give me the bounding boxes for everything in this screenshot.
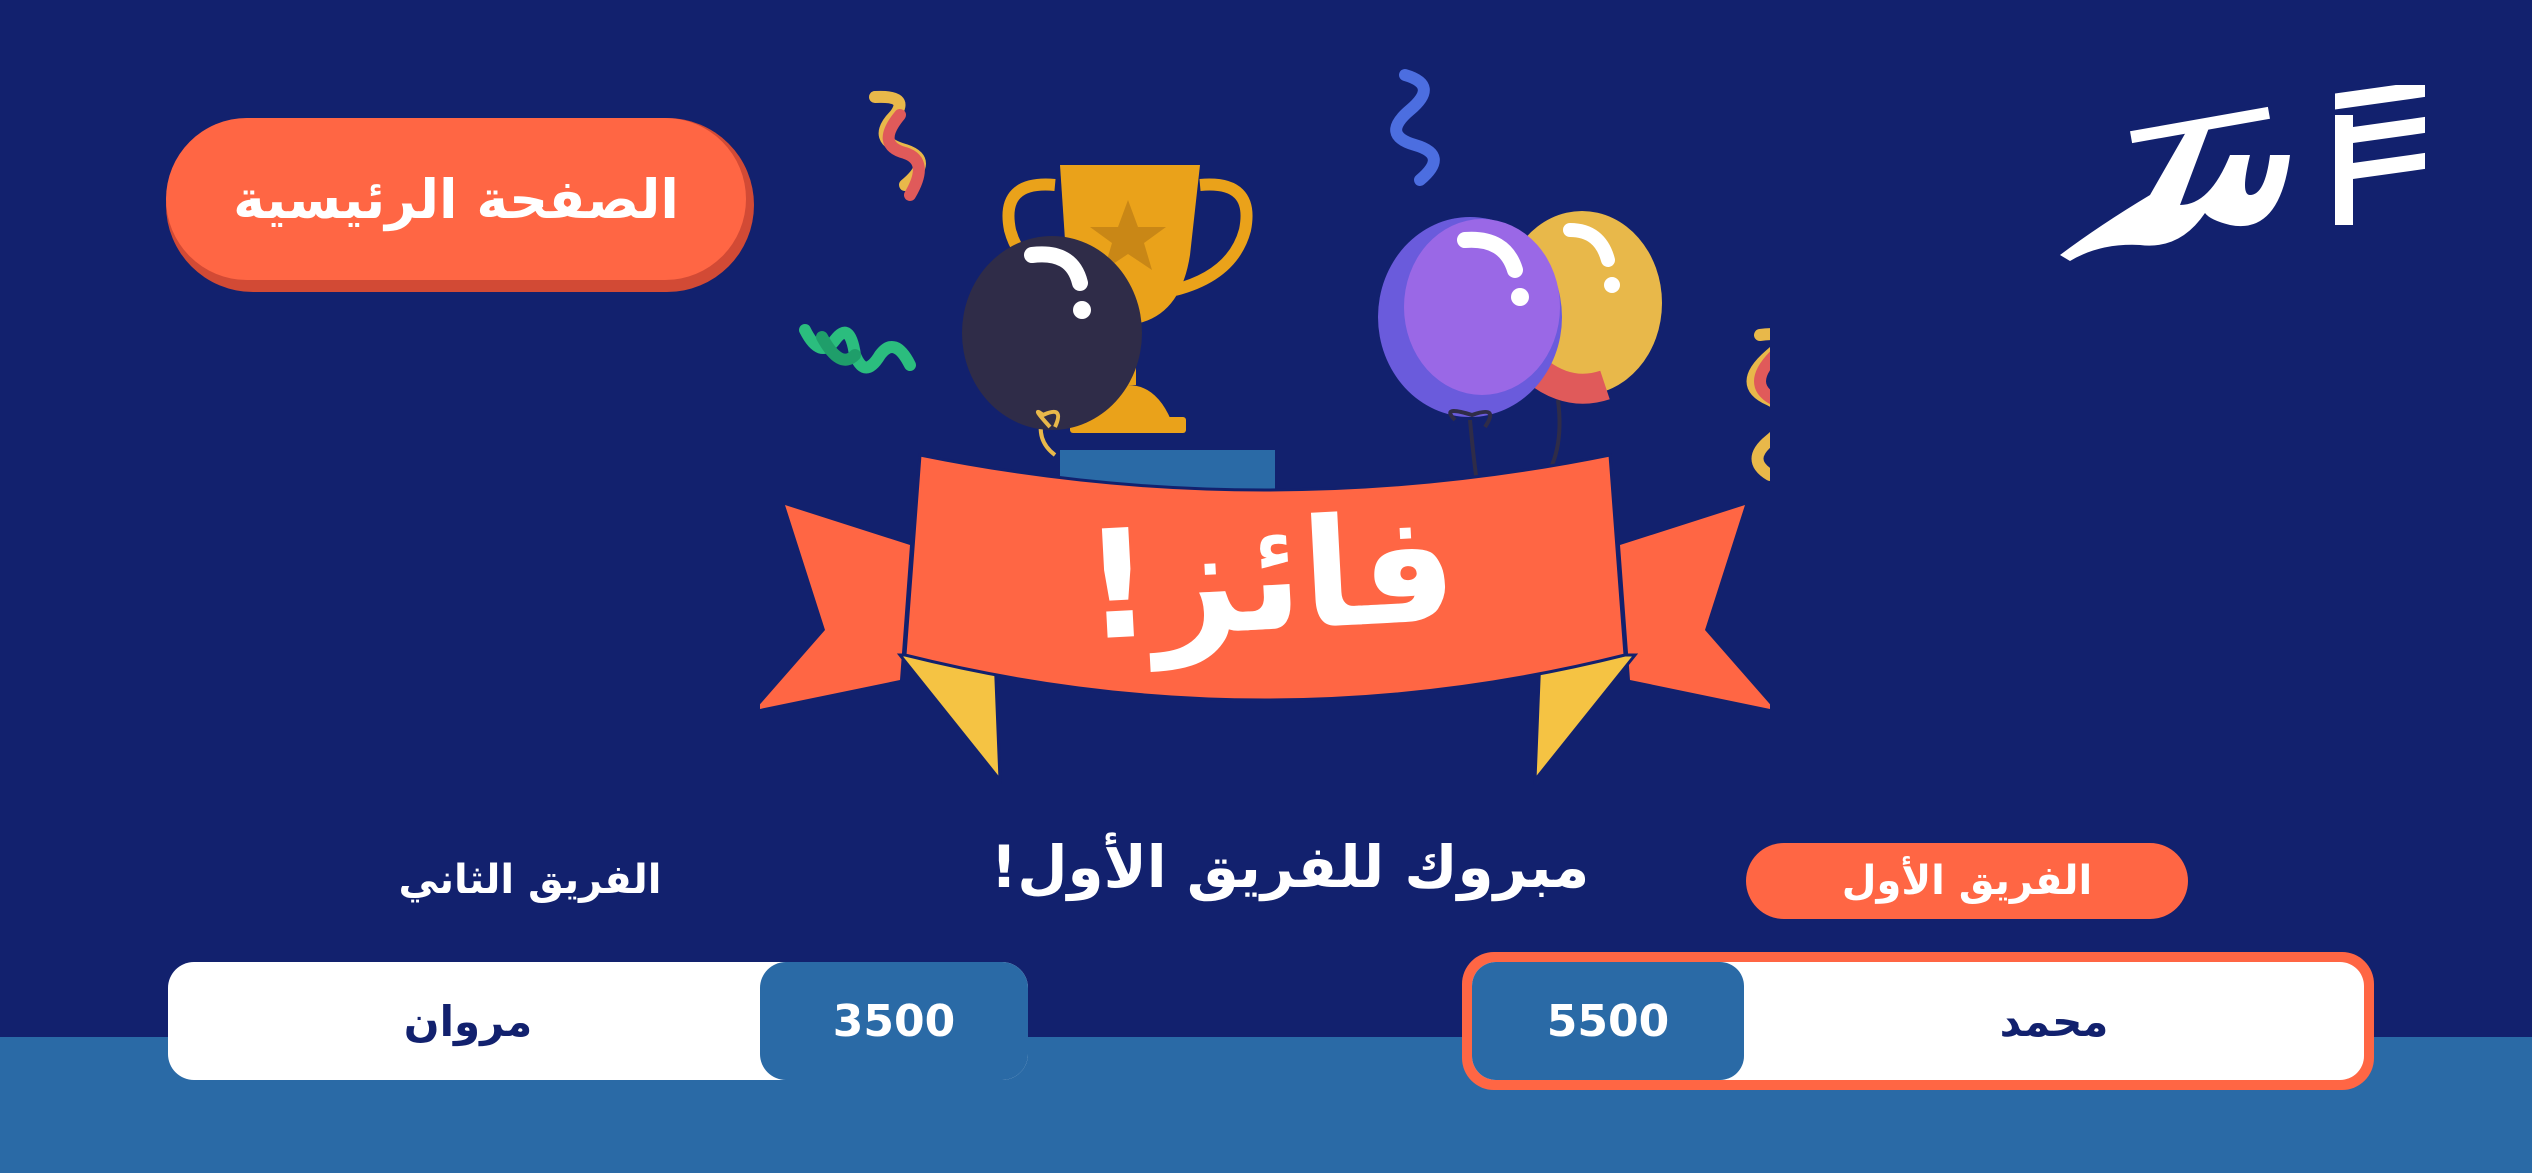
winner-banner-text: فائز!: [1079, 481, 1461, 675]
team2-score-card: مروان 3500: [168, 962, 1028, 1080]
seen-jeem-logo-icon: [2060, 85, 2425, 261]
team2-label: الفريق الثاني: [398, 857, 662, 903]
congrats-heading: مبروك للفريق الأول!: [990, 833, 1590, 901]
celebration-illustration: [760, 69, 1770, 785]
team1-score-card: 5500 محمد: [1462, 952, 2374, 1090]
team1-label: الفريق الأول: [1746, 843, 2188, 919]
team1-score: 5500: [1472, 962, 1744, 1080]
team1-score-card-inner: 5500 محمد: [1472, 962, 2364, 1080]
home-button[interactable]: الصفحة الرئيسية: [166, 118, 754, 292]
team1-player-name: محمد: [1999, 996, 2109, 1046]
home-button-label: الصفحة الرئيسية: [166, 118, 746, 280]
balloon-purple-icon: [1378, 217, 1562, 501]
team2-score: 3500: [760, 962, 1028, 1080]
team2-player-name: مروان: [403, 996, 533, 1046]
